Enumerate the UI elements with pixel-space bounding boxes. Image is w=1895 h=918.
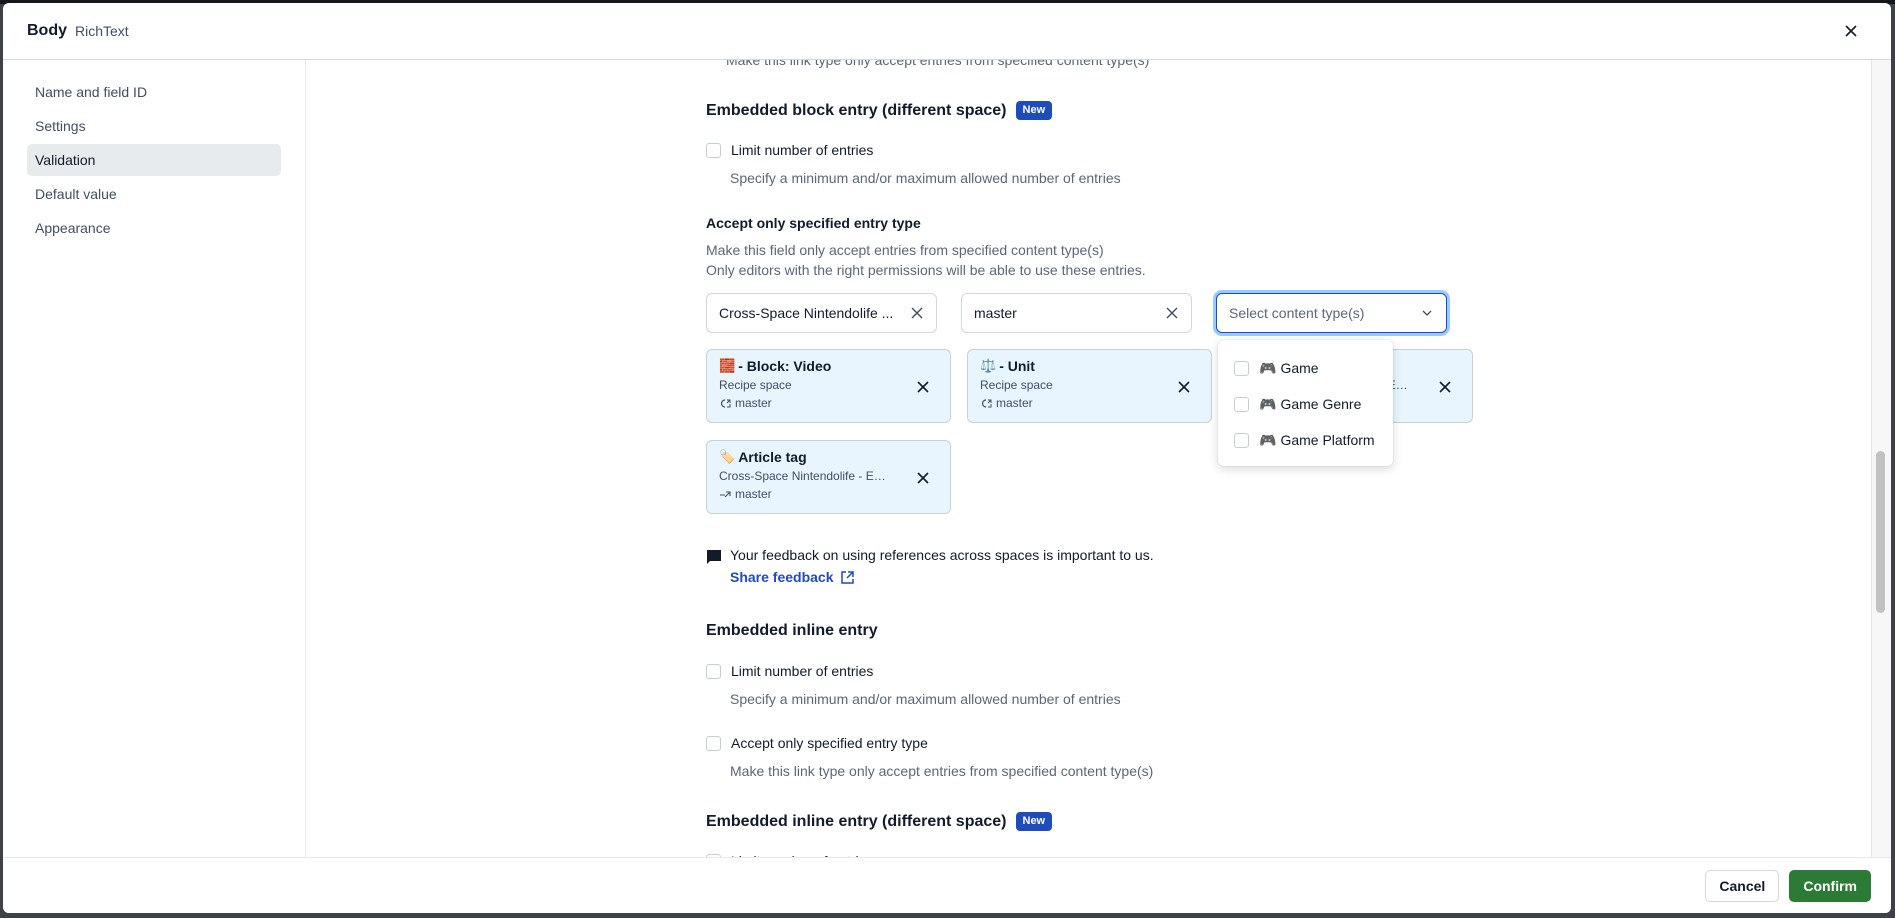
accept-entry-type-desc-1: Make this field only accept entries from… xyxy=(706,242,1104,258)
sidebar-item-validation[interactable]: Validation xyxy=(27,144,281,176)
entry-type-environment: master xyxy=(980,396,1199,410)
validation-content: Make this link type only accept entries … xyxy=(307,60,1871,857)
chat-bubble-icon xyxy=(707,550,721,564)
content-scrollbar[interactable] xyxy=(1871,60,1891,857)
entry-type-space: Recipe space xyxy=(980,378,1053,392)
close-icon xyxy=(1845,25,1857,37)
entry-type-card: 🧱 - Block: Video Recipe space master xyxy=(706,349,951,423)
share-feedback-link[interactable]: Share feedback xyxy=(730,569,855,585)
remove-entry-type-button[interactable] xyxy=(1438,380,1452,394)
remove-entry-type-button[interactable] xyxy=(916,471,930,485)
close-icon xyxy=(917,472,929,484)
cancel-button[interactable]: Cancel xyxy=(1705,869,1780,902)
content-type-option[interactable]: 🎮 Game xyxy=(1218,350,1393,386)
section-title: Embedded inline entry xyxy=(706,622,878,639)
remove-entry-type-button[interactable] xyxy=(1177,380,1191,394)
close-icon xyxy=(1178,381,1190,393)
entry-type-space: Recipe space xyxy=(719,378,792,392)
space-select-value: Cross-Space Nintendolife ... xyxy=(719,305,894,321)
environment-alias-icon xyxy=(981,398,992,408)
content-type-select-placeholder: Select content type(s) xyxy=(1229,305,1365,321)
option-checkbox[interactable] xyxy=(1234,360,1249,376)
sidebar-item-default-value[interactable]: Default value xyxy=(27,178,281,210)
sidebar-nav: Name and field ID Settings Validation De… xyxy=(3,60,306,857)
option-checkbox[interactable] xyxy=(1234,396,1249,412)
sidebar-item-settings[interactable]: Settings xyxy=(27,110,281,142)
sidebar-item-name-and-field-id[interactable]: Name and field ID xyxy=(27,76,281,108)
entry-type-space: Cross-Space Nintendolife - E… xyxy=(719,469,886,483)
modal-header: Body RichText xyxy=(3,3,1891,60)
accept-entry-type-desc-2: Only editors with the right permissions … xyxy=(706,262,1146,278)
entry-type-title: Article tag xyxy=(738,449,807,465)
content-type-select[interactable]: Select content type(s) xyxy=(1216,293,1447,333)
modal-footer: Cancel Confirm xyxy=(3,857,1891,913)
field-settings-modal: Body RichText Name and field ID Settings… xyxy=(3,3,1891,913)
inline-accept-entry-type-option: Accept only specified entry type xyxy=(706,735,928,751)
close-button[interactable] xyxy=(1841,21,1861,41)
space-select[interactable]: Cross-Space Nintendolife ... xyxy=(706,293,937,333)
section-title: Embedded inline entry (different space) xyxy=(706,812,1007,830)
close-icon xyxy=(1166,307,1178,319)
entry-type-environment: master xyxy=(719,487,938,501)
clear-space-button[interactable] xyxy=(910,306,924,320)
clear-environment-button[interactable] xyxy=(1165,306,1179,320)
entry-type-title: - Unit xyxy=(999,358,1035,374)
external-link-icon xyxy=(840,570,854,584)
content-type-emoji: 🏷️ xyxy=(719,449,736,464)
environment-select[interactable]: master xyxy=(961,293,1192,333)
section-block-diff-space: Embedded block entry (different space) N… xyxy=(706,101,1053,120)
limit-entries-label[interactable]: Limit number of entries xyxy=(731,142,873,158)
accept-entry-type-label: Accept only specified entry type xyxy=(706,215,921,231)
entry-type-environment: master xyxy=(719,396,938,410)
content-type-dropdown: 🎮 Game 🎮 Game Genre 🎮 Game Platform xyxy=(1218,340,1393,466)
inline-limit-entries-description: Specify a minimum and/or maximum allowed… xyxy=(730,691,1121,707)
top-cut-description: Make this link type only accept entries … xyxy=(726,60,1150,68)
close-icon xyxy=(911,307,923,319)
section-title: Embedded block entry (different space) xyxy=(706,101,1007,119)
scrollbar-thumb[interactable] xyxy=(1876,451,1885,613)
environment-select-value: master xyxy=(974,305,1017,321)
section-inline-entry: Embedded inline entry xyxy=(706,622,878,640)
inline-accept-entry-type-description: Make this link type only accept entries … xyxy=(730,763,1154,779)
remove-entry-type-button[interactable] xyxy=(916,380,930,394)
content-type-emoji: ⚖️ xyxy=(980,358,997,373)
content-type-emoji: 🧱 xyxy=(719,358,736,373)
option-checkbox[interactable] xyxy=(1234,432,1249,448)
modal-subtitle: RichText xyxy=(75,23,129,39)
new-badge: New xyxy=(1015,101,1053,120)
close-icon xyxy=(1439,381,1451,393)
gamepad-icon: 🎮 xyxy=(1259,395,1277,412)
inline-limit-entries-checkbox[interactable] xyxy=(706,663,721,679)
environment-alias-icon xyxy=(720,398,731,408)
content-type-option[interactable]: 🎮 Game Genre xyxy=(1218,386,1393,422)
content-type-option[interactable]: 🎮 Game Platform xyxy=(1218,422,1393,458)
inline-accept-entry-type-label[interactable]: Accept only specified entry type xyxy=(731,735,928,751)
inline-limit-entries-option: Limit number of entries xyxy=(706,663,873,679)
inline-accept-entry-type-checkbox[interactable] xyxy=(706,735,721,751)
entry-type-card: ⚖️ - Unit Recipe space master xyxy=(967,349,1212,423)
section-inline-diff-space: Embedded inline entry (different space) … xyxy=(706,812,1053,831)
chevron-down-icon xyxy=(1420,306,1434,320)
entry-type-card: 🏷️ Article tag Cross-Space Nintendolife -… xyxy=(706,440,951,514)
feedback-text: Your feedback on using references across… xyxy=(730,547,1154,563)
modal-title: Body xyxy=(27,22,67,39)
confirm-button[interactable]: Confirm xyxy=(1789,869,1871,902)
new-badge: New xyxy=(1015,812,1053,831)
limit-entries-option: Limit number of entries xyxy=(706,142,873,158)
gamepad-icon: 🎮 xyxy=(1259,359,1277,376)
entry-type-title: - Block: Video xyxy=(738,358,832,374)
environment-icon xyxy=(720,490,731,497)
sidebar-item-appearance[interactable]: Appearance xyxy=(27,212,281,244)
share-feedback-link-wrap: Share feedback xyxy=(730,569,855,587)
limit-entries-description: Specify a minimum and/or maximum allowed… xyxy=(730,170,1121,186)
feedback-note: Your feedback on using references across… xyxy=(706,547,1154,565)
close-icon xyxy=(917,381,929,393)
inline-limit-entries-label[interactable]: Limit number of entries xyxy=(731,663,873,679)
limit-entries-checkbox[interactable] xyxy=(706,142,721,158)
gamepad-icon: 🎮 xyxy=(1259,431,1277,448)
